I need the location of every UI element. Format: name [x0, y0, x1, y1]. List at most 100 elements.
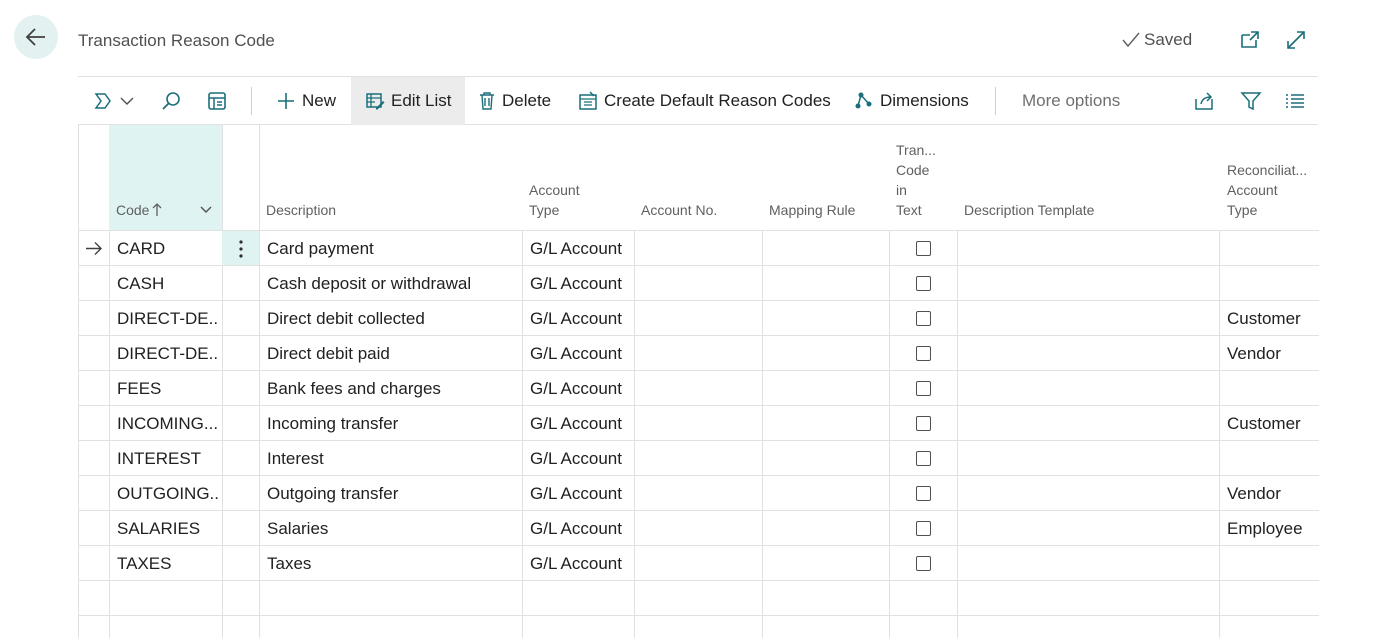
new-button[interactable]: New: [276, 77, 336, 125]
cell-account-type[interactable]: G/L Account: [530, 266, 632, 301]
cell-account-type[interactable]: G/L Account: [530, 406, 632, 441]
cell-account-type[interactable]: G/L Account: [530, 476, 632, 511]
delete-button[interactable]: Delete: [478, 77, 551, 125]
cell-code[interactable]: TAXES: [117, 546, 219, 581]
table-row[interactable]: CARD Card payment G/L Account: [79, 231, 1319, 266]
cell-account-type[interactable]: G/L Account: [530, 441, 632, 476]
list-view-button[interactable]: [1284, 77, 1306, 125]
data-grid: Code Description Account Type Account No…: [78, 125, 1319, 638]
grid-line: [79, 615, 1319, 616]
tran-code-in-text-checkbox[interactable]: [916, 521, 931, 536]
cell-code[interactable]: INTEREST: [117, 441, 219, 476]
cell-description[interactable]: Outgoing transfer: [267, 476, 517, 511]
delete-label: Delete: [502, 91, 552, 110]
tran-code-in-text-checkbox[interactable]: [916, 276, 931, 291]
column-header-tran-code-in-text[interactable]: Tran... Code in Text: [896, 125, 958, 230]
cell-code[interactable]: OUTGOING...: [117, 476, 219, 511]
cell-code[interactable]: CASH: [117, 266, 219, 301]
cell-account-type[interactable]: G/L Account: [530, 231, 632, 266]
create-default-reason-codes-button[interactable]: Create Default Reason Codes: [578, 77, 831, 125]
tran-code-in-text-checkbox[interactable]: [916, 346, 931, 361]
cell-reconciliation-account-type[interactable]: Customer: [1227, 301, 1317, 336]
analysis-mode-button[interactable]: [206, 77, 228, 125]
cell-account-type[interactable]: G/L Account: [530, 301, 632, 336]
column-header-reconciliation-account-type[interactable]: Reconciliat... Account Type: [1227, 125, 1319, 230]
chevron-down-icon[interactable]: [200, 206, 212, 214]
cell-reconciliation-account-type[interactable]: Customer: [1227, 406, 1317, 441]
column-header-code-label: Code: [116, 202, 150, 218]
cell-code[interactable]: FEES: [117, 371, 219, 406]
more-options-button[interactable]: More options: [1022, 77, 1120, 125]
share-button[interactable]: [1193, 77, 1215, 125]
cell-reconciliation-account-type[interactable]: [1227, 441, 1317, 476]
cell-description[interactable]: Card payment: [267, 231, 517, 266]
saved-label: Saved: [1144, 30, 1193, 49]
row-actions-button[interactable]: [222, 231, 259, 266]
cell-description[interactable]: Taxes: [267, 546, 517, 581]
cell-code[interactable]: CARD: [117, 231, 219, 266]
plus-icon: [278, 93, 294, 109]
table-row[interactable]: SALARIES Salaries G/L Account Employee: [79, 511, 1319, 546]
cell-description[interactable]: Cash deposit or withdrawal: [267, 266, 517, 301]
cell-code[interactable]: INCOMING...: [117, 406, 219, 441]
cell-account-type[interactable]: G/L Account: [530, 511, 632, 546]
cell-description[interactable]: Bank fees and charges: [267, 371, 517, 406]
cell-account-type[interactable]: G/L Account: [530, 336, 632, 371]
table-row[interactable]: CASH Cash deposit or withdrawal G/L Accoun…: [79, 266, 1319, 301]
column-header-description[interactable]: Description: [266, 125, 521, 230]
column-header-code[interactable]: Code: [109, 125, 222, 230]
table-row[interactable]: [79, 581, 1319, 616]
search-button[interactable]: [160, 77, 182, 125]
dimensions-button[interactable]: Dimensions: [854, 77, 969, 125]
back-button[interactable]: [14, 15, 58, 59]
table-row[interactable]: TAXES Taxes G/L Account: [79, 546, 1319, 581]
cell-description[interactable]: Direct debit paid: [267, 336, 517, 371]
page-title: Transaction Reason Code: [78, 31, 275, 50]
cell-code[interactable]: DIRECT-DE...: [117, 301, 219, 336]
column-header-account-no[interactable]: Account No.: [641, 125, 761, 230]
tran-code-in-text-checkbox[interactable]: [916, 311, 931, 326]
table-row[interactable]: INCOMING... Incoming transfer G/L Account C…: [79, 406, 1319, 441]
table-row[interactable]: INTEREST Interest G/L Account: [79, 441, 1319, 476]
table-row[interactable]: DIRECT-DE... Direct debit paid G/L Account…: [79, 336, 1319, 371]
tran-code-in-text-checkbox[interactable]: [916, 241, 931, 256]
open-new-window-button[interactable]: [1238, 28, 1262, 52]
column-header-mapping-rule[interactable]: Mapping Rule: [769, 125, 889, 230]
cell-account-type[interactable]: G/L Account: [530, 546, 632, 581]
cell-reconciliation-account-type[interactable]: [1227, 266, 1317, 301]
cell-description[interactable]: Direct debit collected: [267, 301, 517, 336]
tran-code-in-text-checkbox[interactable]: [916, 416, 931, 431]
cell-description[interactable]: Incoming transfer: [267, 406, 517, 441]
views-dropdown-button[interactable]: [92, 77, 134, 125]
cell-reconciliation-account-type[interactable]: Employee: [1227, 511, 1317, 546]
more-vertical-icon: [238, 239, 243, 258]
column-header-account-type[interactable]: Account Type: [529, 125, 634, 230]
cell-description[interactable]: Interest: [267, 441, 517, 476]
tran-code-in-text-checkbox[interactable]: [916, 486, 931, 501]
cell-code[interactable]: DIRECT-DE...: [117, 336, 219, 371]
tran-code-in-text-checkbox[interactable]: [916, 451, 931, 466]
filter-icon: [1240, 92, 1262, 111]
table-row[interactable]: DIRECT-DE... Direct debit collected G/L Ac…: [79, 301, 1319, 336]
table-row[interactable]: FEES Bank fees and charges G/L Account: [79, 371, 1319, 406]
cell-code[interactable]: SALARIES: [117, 511, 219, 546]
edit-list-label: Edit List: [391, 91, 452, 110]
cell-description[interactable]: Salaries: [267, 511, 517, 546]
list-icon: [1286, 94, 1304, 108]
table-row[interactable]: OUTGOING... Outgoing transfer G/L Account V…: [79, 476, 1319, 511]
new-label: New: [302, 91, 337, 110]
cell-account-type[interactable]: G/L Account: [530, 371, 632, 406]
tran-code-in-text-checkbox[interactable]: [916, 381, 931, 396]
cell-reconciliation-account-type[interactable]: Vendor: [1227, 336, 1317, 371]
expand-button[interactable]: [1284, 28, 1308, 52]
dimensions-icon: [855, 92, 872, 109]
filter-button[interactable]: [1240, 77, 1262, 125]
cell-reconciliation-account-type[interactable]: [1227, 231, 1317, 266]
edit-list-button[interactable]: Edit List: [351, 77, 466, 125]
trash-icon: [480, 92, 494, 110]
tran-code-in-text-checkbox[interactable]: [916, 556, 931, 571]
column-header-description-template[interactable]: Description Template: [964, 125, 1214, 230]
cell-reconciliation-account-type[interactable]: [1227, 371, 1317, 406]
cell-reconciliation-account-type[interactable]: [1227, 546, 1317, 581]
cell-reconciliation-account-type[interactable]: Vendor: [1227, 476, 1317, 511]
